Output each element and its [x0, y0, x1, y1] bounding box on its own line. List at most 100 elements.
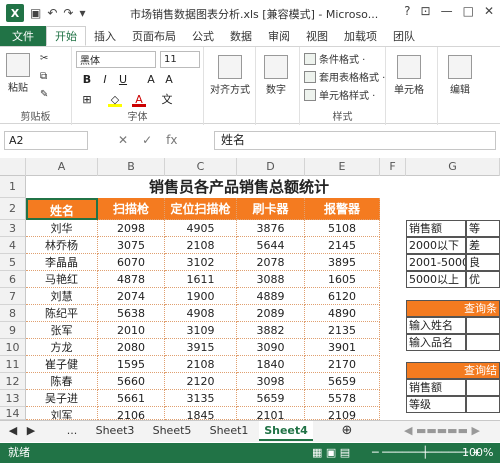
salesperson-name-cell[interactable]: 方龙 — [26, 339, 98, 356]
row-header[interactable]: 6 — [0, 271, 26, 288]
sales-value-cell[interactable]: 3090 — [237, 339, 305, 356]
salesperson-name-cell[interactable]: 林乔杨 — [26, 237, 98, 254]
sales-value-cell[interactable]: 6070 — [98, 254, 165, 271]
undo-icon[interactable]: ↶ — [47, 6, 57, 20]
conditional-format-button[interactable]: 条件格式 · — [304, 51, 365, 66]
sales-value-cell[interactable]: 3075 — [98, 237, 165, 254]
font-color-icon[interactable]: A — [132, 93, 146, 107]
sales-value-cell[interactable]: 4905 — [165, 220, 237, 237]
insert-function-icon[interactable]: fx — [166, 133, 177, 147]
header-cell-name[interactable]: 姓名 — [26, 198, 98, 220]
tab-home[interactable]: 开始 — [46, 26, 86, 46]
name-box[interactable]: A2 — [4, 131, 88, 150]
salesperson-name-cell[interactable]: 陈纪平 — [26, 305, 98, 322]
tab-insert[interactable]: 插入 — [86, 26, 124, 46]
query-input-label[interactable]: 输入品名 — [406, 334, 466, 351]
salesperson-name-cell[interactable]: 马艳红 — [26, 271, 98, 288]
sales-value-cell[interactable]: 4889 — [237, 288, 305, 305]
lookup-cell[interactable]: 良 — [466, 254, 500, 271]
sales-value-cell[interactable]: 2145 — [305, 237, 380, 254]
sales-value-cell[interactable]: 5660 — [98, 373, 165, 390]
lookup-cell[interactable]: 优 — [466, 271, 500, 288]
row-header[interactable]: 2 — [0, 198, 26, 220]
sales-value-cell[interactable]: 2074 — [98, 288, 165, 305]
sales-value-cell[interactable]: 3109 — [165, 322, 237, 339]
tab-view[interactable]: 视图 — [298, 26, 336, 46]
sales-value-cell[interactable]: 1900 — [165, 288, 237, 305]
sales-value-cell[interactable]: 3135 — [165, 390, 237, 407]
sales-value-cell[interactable]: 2135 — [305, 322, 380, 339]
row-header[interactable]: 8 — [0, 305, 26, 322]
column-header-a[interactable]: A — [26, 158, 98, 176]
cell-styles-button[interactable]: 单元格样式 · — [304, 87, 375, 102]
scroll-left-icon[interactable]: ◀ — [6, 421, 20, 441]
row-header[interactable]: 5 — [0, 254, 26, 271]
column-header-e[interactable]: E — [305, 158, 380, 176]
sales-value-cell[interactable]: 5659 — [305, 373, 380, 390]
salesperson-name-cell[interactable]: 刘军 — [26, 407, 98, 420]
sales-value-cell[interactable]: 3098 — [237, 373, 305, 390]
query-input-label[interactable]: 输入姓名 — [406, 317, 466, 334]
header-cell[interactable]: 扫描枪 — [98, 198, 165, 220]
formula-input[interactable]: 姓名 — [214, 131, 496, 150]
cells-button[interactable]: 单元格 — [394, 55, 424, 96]
font-name-select[interactable]: 黑体 — [76, 51, 156, 68]
sales-value-cell[interactable]: 3088 — [237, 271, 305, 288]
save-icon[interactable]: ▣ — [30, 6, 41, 20]
tab-formulas[interactable]: 公式 — [184, 26, 222, 46]
sales-value-cell[interactable]: 4878 — [98, 271, 165, 288]
salesperson-name-cell[interactable]: 刘华 — [26, 220, 98, 237]
lookup-cell[interactable]: 2000以下 — [406, 237, 466, 254]
sales-value-cell[interactable]: 2106 — [98, 407, 165, 420]
sales-value-cell[interactable]: 2170 — [305, 356, 380, 373]
number-format-button[interactable]: 数字 — [264, 55, 288, 96]
salesperson-name-cell[interactable]: 刘慧 — [26, 288, 98, 305]
row-header[interactable]: 12 — [0, 373, 26, 390]
italic-button[interactable]: I — [98, 73, 112, 87]
sales-value-cell[interactable]: 3915 — [165, 339, 237, 356]
row-header[interactable]: 9 — [0, 322, 26, 339]
sales-value-cell[interactable]: 5578 — [305, 390, 380, 407]
lookup-cell[interactable]: 差 — [466, 237, 500, 254]
column-header-d[interactable]: D — [237, 158, 305, 176]
header-cell[interactable]: 定位扫描枪 — [165, 198, 237, 220]
column-header-c[interactable]: C — [165, 158, 237, 176]
tab-data[interactable]: 数据 — [222, 26, 260, 46]
row-header[interactable]: 7 — [0, 288, 26, 305]
font-size-select[interactable]: 11 — [160, 51, 200, 68]
underline-button[interactable]: U — [116, 73, 130, 87]
sales-value-cell[interactable]: 2109 — [305, 407, 380, 420]
result-label[interactable]: 销售额 — [406, 379, 466, 396]
editing-button[interactable]: 编辑 — [448, 55, 472, 96]
help-icon[interactable]: ? — [404, 4, 410, 18]
borders-icon[interactable]: ⊞ — [80, 93, 94, 107]
sales-value-cell[interactable]: 1845 — [165, 407, 237, 420]
sales-value-cell[interactable]: 3901 — [305, 339, 380, 356]
salesperson-name-cell[interactable]: 张军 — [26, 322, 98, 339]
sales-value-cell[interactable]: 3895 — [305, 254, 380, 271]
tab-file[interactable]: 文件 — [0, 26, 46, 46]
lookup-cell[interactable]: 5000以上 — [406, 271, 466, 288]
bold-button[interactable]: B — [80, 73, 94, 87]
sales-value-cell[interactable]: 2098 — [98, 220, 165, 237]
row-header[interactable]: 13 — [0, 390, 26, 407]
result-label[interactable]: 等级 — [406, 396, 466, 413]
sales-value-cell[interactable]: 2089 — [237, 305, 305, 322]
sales-value-cell[interactable]: 6120 — [305, 288, 380, 305]
enter-icon[interactable]: ✓ — [142, 133, 152, 147]
lookup-cell[interactable]: 2001-5000 — [406, 254, 466, 271]
sales-value-cell[interactable]: 5108 — [305, 220, 380, 237]
sales-value-cell[interactable]: 2108 — [165, 237, 237, 254]
copy-icon[interactable]: ⧉ — [40, 71, 47, 82]
sales-value-cell[interactable]: 3876 — [237, 220, 305, 237]
sheet-tab-sheet5[interactable]: Sheet5 — [145, 421, 199, 441]
row-header[interactable]: 3 — [0, 220, 26, 237]
tab-addins[interactable]: 加载项 — [336, 26, 385, 46]
format-painter-icon[interactable]: ✎ — [40, 89, 48, 100]
tab-page-layout[interactable]: 页面布局 — [124, 26, 184, 46]
tab-review[interactable]: 审阅 — [260, 26, 298, 46]
sales-value-cell[interactable]: 1611 — [165, 271, 237, 288]
sales-value-cell[interactable]: 2078 — [237, 254, 305, 271]
lookup-cell[interactable]: 等 — [466, 220, 500, 237]
result-grade-value[interactable] — [466, 396, 500, 413]
